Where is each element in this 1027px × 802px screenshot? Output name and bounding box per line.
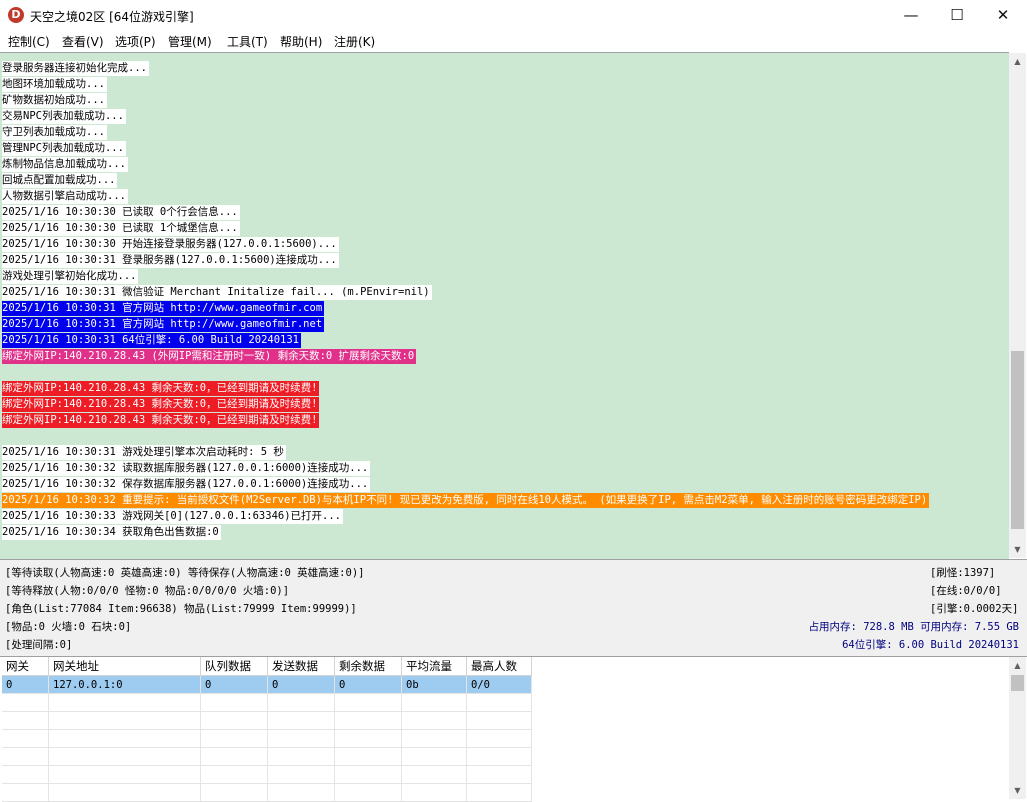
online-count: [在线:0/0/0] <box>930 585 1002 597</box>
log-line: 2025/1/16 10:30:34 获取角色出售数据:0 <box>2 525 221 540</box>
table-header-row: 网关 网关地址 队列数据 发送数据 剩余数据 平均流量 最高人数 <box>2 657 532 676</box>
scroll-down-icon[interactable]: ▼ <box>1009 782 1026 799</box>
log-line: 交易NPC列表加载成功... <box>2 109 126 124</box>
gateway-grid[interactable]: 网关 网关地址 队列数据 发送数据 剩余数据 平均流量 最高人数 0 127.0… <box>0 656 1027 802</box>
col-avg-traffic[interactable]: 平均流量 <box>401 657 467 676</box>
log-line: 2025/1/16 10:30:31 官方网站 http://www.gameo… <box>2 301 325 316</box>
cell-gateway-address: 127.0.0.1:0 <box>48 675 201 694</box>
gateway-table: 网关 网关地址 队列数据 发送数据 剩余数据 平均流量 最高人数 0 127.0… <box>2 657 532 802</box>
log-line: 地图环境加载成功... <box>2 77 107 92</box>
table-row-empty <box>2 765 532 784</box>
log-line: 2025/1/16 10:30:32 保存数据库服务器(127.0.0.1:60… <box>2 477 371 492</box>
log-line: 2025/1/16 10:30:30 已读取 0个行会信息... <box>2 205 240 220</box>
minimize-button[interactable]: — <box>888 0 934 31</box>
scroll-up-icon[interactable]: ▲ <box>1009 657 1026 674</box>
log-line: 2025/1/16 10:30:31 64位引擎: 6.00 Build 202… <box>2 333 302 348</box>
maximize-button[interactable]: ☐ <box>934 0 980 31</box>
menu-control[interactable]: 控制(C) <box>8 33 50 50</box>
status-line-wait-release: [等待释放(人物:0/0/0 怪物:0 物品:0/0/0/0 火墙:0)] <box>5 585 290 597</box>
engine-build: 64位引擎: 6.00 Build 20240131 <box>842 639 1019 651</box>
col-queue-data[interactable]: 队列数据 <box>200 657 268 676</box>
cell-send-data: 0 <box>267 675 335 694</box>
col-remaining-data[interactable]: 剩余数据 <box>334 657 402 676</box>
window-title: 天空之境02区 [64位游戏引擎] <box>30 10 194 24</box>
status-line-wait-read: [等待读取(人物高速:0 英雄高速:0) 等待保存(人物高速:0 英雄高速:0)… <box>5 567 365 579</box>
table-row-empty <box>2 747 532 766</box>
log-line: 绑定外网IP:140.210.28.43 剩余天数:0，已经到期请及时续费! <box>2 397 320 412</box>
col-max-players[interactable]: 最高人数 <box>466 657 532 676</box>
log-line: 2025/1/16 10:30:32 读取数据库服务器(127.0.0.1:60… <box>2 461 371 476</box>
status-line-items: [物品:0 火墙:0 石块:0] <box>5 621 132 633</box>
col-gateway[interactable]: 网关 <box>2 657 49 676</box>
log-line: 守卫列表加载成功... <box>2 125 107 140</box>
log-line: 2025/1/16 10:30:31 游戏处理引擎本次启动耗时: 5 秒 <box>2 445 286 460</box>
col-gateway-address[interactable]: 网关地址 <box>48 657 201 676</box>
refresh-count: [刷怪:1397] <box>930 567 996 579</box>
table-row-empty <box>2 783 532 802</box>
engine-days: [引擎:0.0002天] <box>930 603 1019 615</box>
log-line: 游戏处理引擎初始化成功... <box>2 269 139 284</box>
log-line: 矿物数据初始成功... <box>2 93 107 108</box>
log-line: 登录服务器连接初始化完成... <box>2 61 149 76</box>
menu-options[interactable]: 选项(P) <box>115 33 156 50</box>
log-line: 2025/1/16 10:30:31 登录服务器(127.0.0.1:5600)… <box>2 253 339 268</box>
status-line-roles: [角色(List:77084 Item:96638) 物品(List:79999… <box>5 603 357 615</box>
log-line: 人物数据引擎启动成功... <box>2 189 128 204</box>
app-icon: D <box>8 7 24 23</box>
log-line: 2025/1/16 10:30:30 已读取 1个城堡信息... <box>2 221 240 236</box>
table-row-empty <box>2 711 532 730</box>
log-line: 2025/1/16 10:30:30 开始连接登录服务器(127.0.0.1:5… <box>2 237 339 252</box>
menu-register[interactable]: 注册(K) <box>334 33 375 50</box>
cell-queue-data: 0 <box>200 675 268 694</box>
menu-bar: 控制(C) 查看(V) 选项(P) 管理(M) 工具(T) 帮助(H) 注册(K… <box>0 31 1027 51</box>
table-row-empty <box>2 729 532 748</box>
scroll-thumb[interactable] <box>1011 675 1024 691</box>
scroll-down-icon[interactable]: ▼ <box>1009 541 1026 558</box>
scroll-up-icon[interactable]: ▲ <box>1009 53 1026 70</box>
cell-gateway: 0 <box>2 675 49 694</box>
log-line: 2025/1/16 10:30:32 重要提示: 当前授权文件(M2Server… <box>2 493 930 508</box>
menu-manage[interactable]: 管理(M) <box>168 33 212 50</box>
menu-tools[interactable]: 工具(T) <box>227 33 268 50</box>
log-scrollbar[interactable]: ▲ ▼ <box>1009 53 1026 558</box>
log-line: 炼制物品信息加载成功... <box>2 157 128 172</box>
table-row-empty <box>2 693 532 712</box>
log-line: 绑定外网IP:140.210.28.43 (外网IP需和注册时一致) 剩余天数:… <box>2 349 417 364</box>
cell-remaining-data: 0 <box>334 675 402 694</box>
log-line: 绑定外网IP:140.210.28.43 剩余天数:0，已经到期请及时续费! <box>2 381 320 396</box>
scroll-thumb[interactable] <box>1011 351 1024 529</box>
memory-usage: 占用内存: 728.8 MB 可用内存: 7.55 GB <box>808 621 1019 633</box>
status-line-interval: [处理间隔:0] <box>5 639 73 651</box>
status-panel: [等待读取(人物高速:0 英雄高速:0) 等待保存(人物高速:0 英雄高速:0)… <box>0 559 1027 656</box>
menu-help[interactable]: 帮助(H) <box>280 33 322 50</box>
grid-scrollbar[interactable]: ▲ ▼ <box>1009 657 1026 799</box>
log-line: 2025/1/16 10:30:31 官方网站 http://www.gameo… <box>2 317 325 332</box>
close-button[interactable]: ✕ <box>980 0 1026 31</box>
menu-view[interactable]: 查看(V) <box>62 33 104 50</box>
log-line: 管理NPC列表加载成功... <box>2 141 126 156</box>
title-bar: D 天空之境02区 [64位游戏引擎] — ☐ ✕ <box>0 0 1027 31</box>
cell-avg-traffic: 0b <box>401 675 467 694</box>
log-line: 2025/1/16 10:30:31 微信验证 Merchant Initali… <box>2 285 432 300</box>
col-send-data[interactable]: 发送数据 <box>267 657 335 676</box>
cell-max-players: 0/0 <box>466 675 532 694</box>
log-panel[interactable]: 登录服务器连接初始化完成... 地图环境加载成功... 矿物数据初始成功... 交易N… <box>0 52 1009 559</box>
log-line: 回城点配置加载成功... <box>2 173 118 188</box>
table-row[interactable]: 0 127.0.0.1:0 0 0 0 0b 0/0 <box>2 675 532 694</box>
log-line: 2025/1/16 10:30:33 游戏网关[0](127.0.0.1:633… <box>2 509 344 524</box>
log-line: 绑定外网IP:140.210.28.43 剩余天数:0，已经到期请及时续费! <box>2 413 320 428</box>
